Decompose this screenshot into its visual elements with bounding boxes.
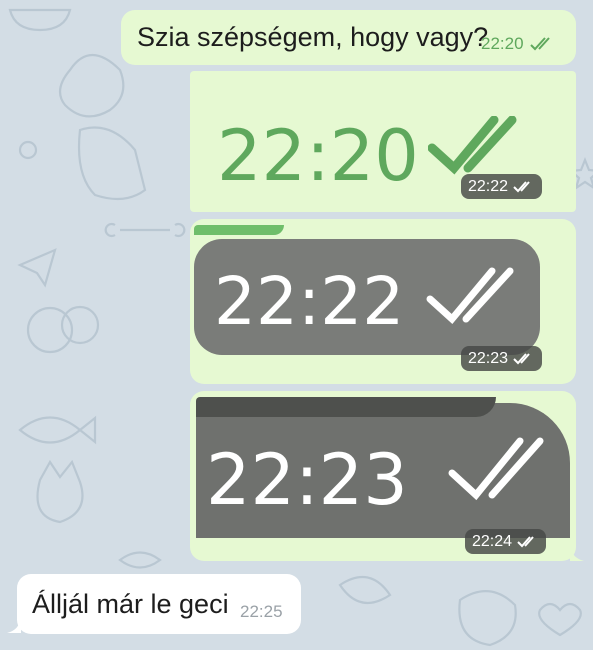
message-timestamp: 22:23 bbox=[461, 346, 543, 371]
double-check-icon bbox=[529, 37, 550, 51]
heart-doodle-icon bbox=[538, 602, 582, 637]
bubble-tail-incoming bbox=[7, 618, 21, 633]
message-timestamp: 22:20 bbox=[481, 34, 555, 54]
message-timestamp: 22:24 bbox=[465, 529, 547, 554]
message-text: Szia szépségem, hogy vagy? bbox=[137, 22, 489, 52]
bubble-tail-outgoing bbox=[570, 546, 584, 561]
double-check-icon bbox=[448, 437, 544, 501]
image-dark-top bbox=[196, 397, 496, 417]
dog-doodle-icon bbox=[458, 590, 517, 647]
image-time-text: 22:20 bbox=[217, 115, 419, 197]
double-check-icon bbox=[513, 352, 530, 364]
message-bubble-incoming[interactable]: Álljál már le geci 22:25 bbox=[17, 574, 301, 634]
image-time-text: 22:23 bbox=[206, 439, 408, 521]
cat-doodle-icon bbox=[58, 54, 125, 118]
double-check-icon bbox=[428, 116, 517, 175]
message-bubble-outgoing-image[interactable]: 22:20 22:22 bbox=[190, 71, 576, 212]
double-check-icon bbox=[513, 180, 530, 192]
message-bubble-outgoing[interactable]: Szia szépségem, hogy vagy? 22:20 bbox=[121, 10, 576, 65]
paw-doodle-icon bbox=[18, 140, 38, 160]
cat-doodle-icon bbox=[36, 459, 84, 524]
message-bubble-outgoing-image[interactable]: 22:22 22:23 bbox=[190, 219, 576, 384]
bone-doodle-icon bbox=[104, 222, 186, 238]
message-bubble-outgoing-image[interactable]: 22:23 22:24 bbox=[190, 391, 576, 561]
double-check-icon bbox=[517, 535, 534, 547]
message-timestamp: 22:25 bbox=[240, 602, 283, 621]
message-timestamp: 22:22 bbox=[461, 174, 543, 199]
image-time-text: 22:22 bbox=[214, 263, 405, 340]
bowl-doodle-icon bbox=[8, 8, 72, 32]
balloon-doodle-icon bbox=[60, 305, 100, 345]
dog-doodle-icon bbox=[77, 126, 147, 201]
message-text: Álljál már le geci bbox=[32, 589, 229, 619]
double-check-icon bbox=[426, 267, 514, 325]
leaf-doodle-icon bbox=[338, 575, 392, 605]
image-green-corner bbox=[194, 225, 284, 235]
fish-doodle-icon bbox=[18, 415, 97, 445]
paper-plane-doodle-icon bbox=[17, 248, 57, 288]
fish-doodle-icon bbox=[118, 551, 162, 569]
